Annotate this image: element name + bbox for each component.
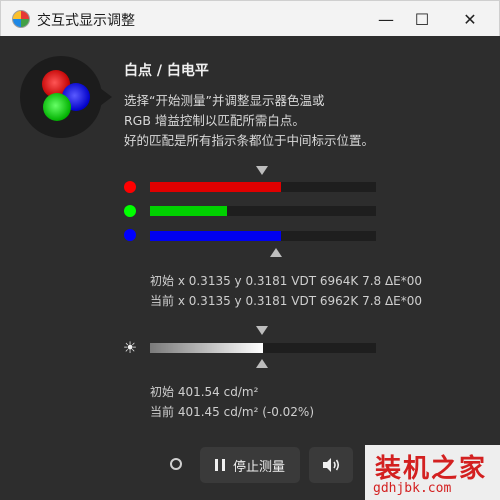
- luminance-current-readout: 当前 401.45 cd/m² (-0.02%): [150, 405, 315, 419]
- blue-gain-fill: [150, 231, 282, 241]
- luminance-fill: [150, 343, 263, 353]
- blue-indicator-dot: [124, 229, 136, 241]
- green-gain-fill: [150, 206, 227, 216]
- red-gain-bar: [150, 182, 376, 192]
- speaker-icon: [323, 458, 340, 472]
- app-icon: [12, 10, 30, 28]
- luminance-initial-readout: 初始 401.54 cd/m²: [150, 385, 259, 399]
- pause-icon: [214, 459, 225, 471]
- brightness-icon: ☀: [122, 338, 138, 357]
- watermark-main: 装机之家: [375, 454, 488, 484]
- rgb-target-marker-bottom: [270, 248, 282, 257]
- instruction-line-1: 选择“开始测量”并调整显示器色温或: [124, 93, 325, 108]
- green-indicator-dot: [124, 205, 136, 217]
- sound-toggle-button[interactable]: [309, 447, 353, 483]
- title-bar: 交互式显示调整 — ☐ ✕: [0, 0, 500, 36]
- status-indicator: [170, 458, 182, 470]
- watermark-sub: gdhjbk.com: [373, 481, 452, 496]
- red-gain-fill: [150, 182, 282, 192]
- red-indicator-dot: [124, 181, 136, 193]
- stop-measurement-button[interactable]: 停止测量: [200, 447, 300, 483]
- instruction-line-3: 好的匹配是所有指示条都位于中间标示位置。: [124, 133, 375, 148]
- section-title: 白点 / 白电平: [124, 63, 209, 79]
- watermark: 装机之家 gdhjbk.com: [365, 445, 500, 500]
- rgb-current-readout: 当前 x 0.3135 y 0.3181 VDT 6962K 7.8 ΔE*00: [150, 294, 423, 308]
- window-title: 交互式显示调整: [37, 13, 135, 29]
- instruction-line-2: RGB 增益控制以匹配所需白点。: [124, 113, 305, 128]
- stop-measurement-label: 停止测量: [232, 459, 285, 475]
- rgb-initial-readout: 初始 x 0.3135 y 0.3181 VDT 6964K 7.8 ΔE*00: [150, 274, 423, 288]
- close-button[interactable]: ✕: [447, 1, 493, 37]
- rgb-target-marker-top: [256, 166, 268, 175]
- luminance-target-marker-top: [256, 326, 268, 335]
- green-gain-bar: [150, 206, 376, 216]
- blue-gain-bar: [150, 231, 376, 241]
- maximize-button[interactable]: ☐: [399, 1, 445, 37]
- luminance-target-marker-bottom: [256, 359, 268, 368]
- luminance-bar: [150, 343, 376, 353]
- rgb-logo-icon: [14, 50, 112, 144]
